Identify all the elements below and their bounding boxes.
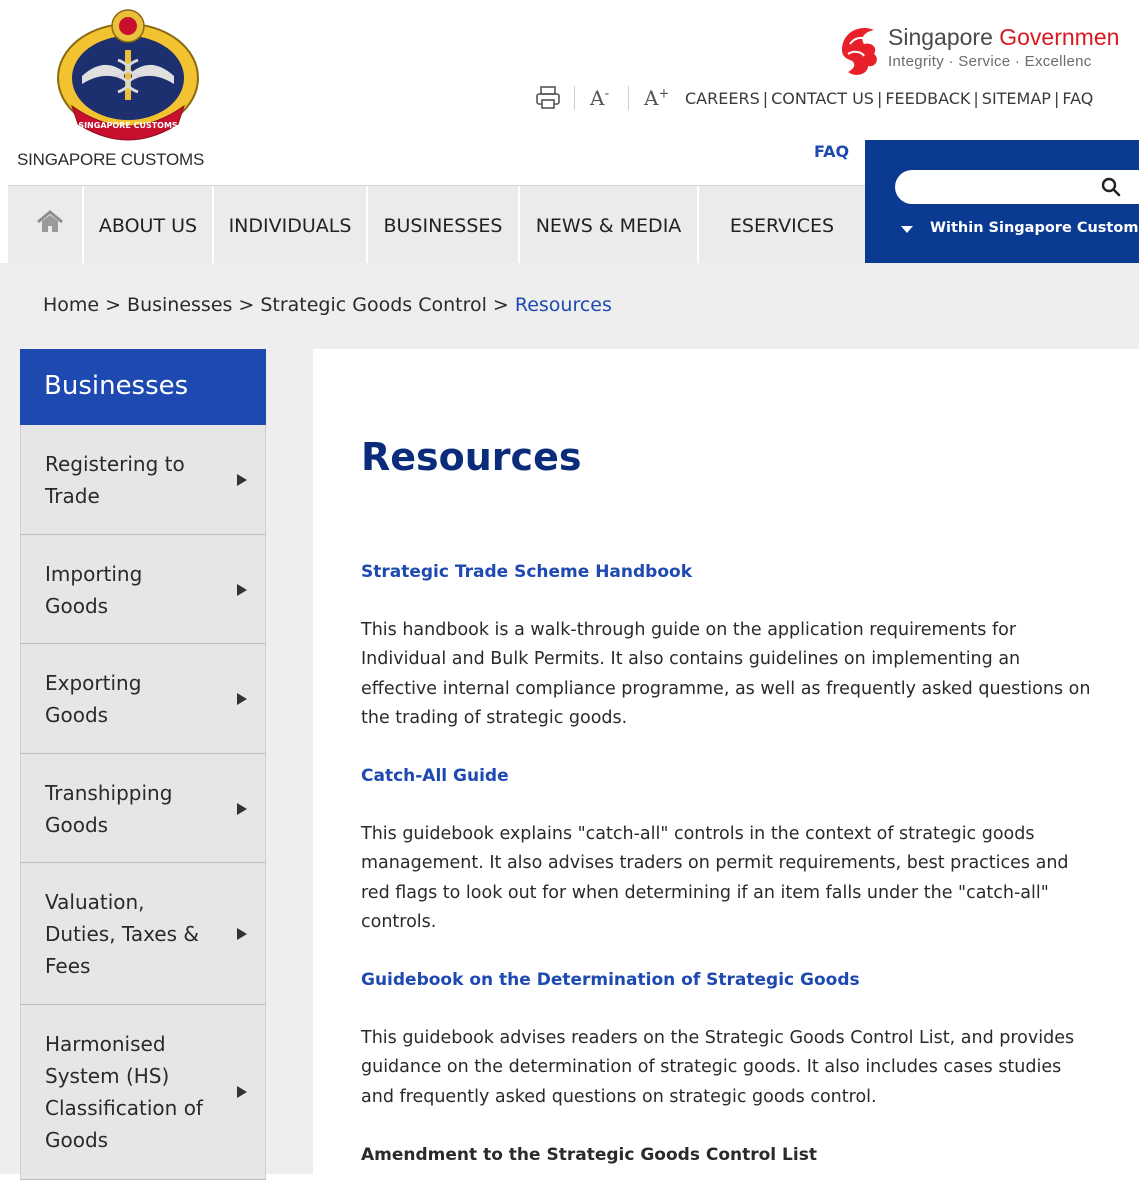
sg-gov-title: Singapore Governmen: [888, 24, 1120, 50]
printer-icon[interactable]: [534, 84, 562, 110]
sidebar-item-registering-to-trade[interactable]: Registering to Trade: [20, 425, 266, 535]
main-nav: ABOUT US INDIVIDUALS BUSINESSES NEWS & M…: [8, 185, 865, 263]
arrow-right-icon: [237, 474, 247, 486]
utility-divider: [628, 86, 629, 110]
sidebar-item-exporting-goods[interactable]: Exporting Goods: [20, 644, 266, 754]
sidebar-item-hs-classification[interactable]: Harmonised System (HS) Classification of Go…: [20, 1005, 266, 1180]
nav-news-media[interactable]: NEWS & MEDIA: [520, 186, 699, 263]
breadcrumb-businesses[interactable]: Businesses: [127, 294, 232, 316]
careers-link[interactable]: CAREERS: [685, 89, 760, 108]
resource-link-determination-guidebook[interactable]: Guidebook on the Determination of Strate…: [361, 970, 860, 990]
nav-eservices[interactable]: ESERVICES: [699, 186, 865, 263]
resource-description: This handbook is a walk-through guide on…: [361, 620, 1091, 728]
sidebar-item-transhipping-goods[interactable]: Transhipping Goods: [20, 754, 266, 863]
sidebar-title: Businesses: [20, 349, 266, 425]
utility-bar: A- A+ CAREERS | CONTACT US | FEEDBACK | SITEMA…: [534, 84, 1139, 114]
breadcrumb: Home > Businesses > Strategic Goods Control >…: [43, 294, 612, 316]
breadcrumb-strategic-goods-control[interactable]: Strategic Goods Control: [260, 294, 487, 316]
arrow-right-icon: [237, 584, 247, 596]
main-content: Resources Strategic Trade Scheme Handboo…: [313, 349, 1139, 1174]
utility-divider: [574, 86, 575, 110]
nav-businesses[interactable]: BUSINESSES: [368, 186, 520, 263]
resource-link-sts-handbook[interactable]: Strategic Trade Scheme Handbook: [361, 562, 692, 582]
breadcrumb-current: Resources: [514, 294, 612, 316]
breadcrumb-home[interactable]: Home: [43, 294, 99, 316]
contact-us-link[interactable]: CONTACT US: [771, 89, 874, 108]
sg-gov-tagline: Integrity · Service · Excellenc: [888, 53, 1092, 70]
lion-head-icon: [842, 28, 877, 75]
font-decrease-button[interactable]: A-: [590, 86, 609, 110]
singapore-customs-crest-icon[interactable]: SINGAPORE CUSTOMS: [52, 6, 204, 144]
caret-down-icon: [901, 226, 913, 233]
search-panel: Within Singapore Customs: [865, 140, 1139, 263]
resource-description: This guidebook advises readers on the St…: [361, 1028, 1075, 1107]
arrow-right-icon: [237, 693, 247, 705]
sidebar-item-importing-goods[interactable]: Importing Goods: [20, 535, 266, 644]
search-scope-label: Within Singapore Customs: [930, 220, 1139, 236]
resource-link-catch-all-guide[interactable]: Catch-All Guide: [361, 766, 509, 786]
resource-description: This guidebook explains "catch-all" cont…: [361, 824, 1069, 932]
search-icon[interactable]: [1100, 176, 1122, 198]
faq-utility-link[interactable]: FAQ: [1062, 89, 1093, 108]
sitemap-link[interactable]: SITEMAP: [982, 89, 1051, 108]
page-title: Resources: [361, 435, 582, 479]
feedback-link[interactable]: FEEDBACK: [885, 89, 970, 108]
nav-individuals[interactable]: INDIVIDUALS: [214, 186, 368, 263]
arrow-right-icon: [237, 803, 247, 815]
font-increase-button[interactable]: A+: [644, 86, 669, 110]
sidebar-item-valuation-duties[interactable]: Valuation, Duties, Taxes & Fees: [20, 863, 266, 1005]
nav-home[interactable]: [8, 186, 84, 263]
agency-name: SINGAPORE CUSTOMS: [17, 150, 205, 169]
crest-ribbon-text: SINGAPORE CUSTOMS: [78, 121, 178, 130]
sg-gov-brand[interactable]: Singapore Governmen Integrity · Service …: [834, 22, 1139, 82]
faq-link[interactable]: FAQ: [814, 142, 849, 161]
search-input[interactable]: [911, 175, 1095, 201]
search-box: [895, 170, 1139, 204]
arrow-right-icon: [237, 1086, 247, 1098]
nav-about-us[interactable]: ABOUT US: [84, 186, 214, 263]
arrow-right-icon: [237, 928, 247, 940]
utility-links: CAREERS | CONTACT US | FEEDBACK | SITEMAP | FAQ: [685, 89, 1094, 108]
amendment-heading: Amendment to the Strategic Goods Control…: [361, 1145, 817, 1165]
home-icon: [37, 210, 63, 232]
